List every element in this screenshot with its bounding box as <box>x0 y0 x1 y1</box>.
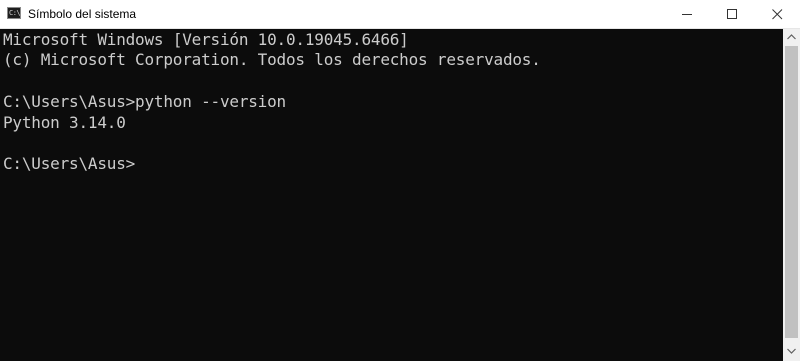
scroll-up-button[interactable] <box>783 29 800 45</box>
scrollbar-thumb[interactable] <box>785 46 798 338</box>
console-line-command: C:\Users\Asus>python --version <box>3 92 286 111</box>
minimize-button[interactable] <box>665 0 710 28</box>
close-button[interactable] <box>755 0 800 28</box>
maximize-button[interactable] <box>710 0 755 28</box>
chevron-down-icon <box>787 348 796 354</box>
console-prompt[interactable]: C:\Users\Asus> <box>3 154 135 174</box>
title-bar[interactable]: C:\ Símbolo del sistema <box>0 0 800 29</box>
minimize-icon <box>682 14 692 15</box>
console-line-output: Python 3.14.0 <box>3 113 126 132</box>
window-title: Símbolo del sistema <box>28 7 137 21</box>
cmd-icon-glyph: C:\ <box>9 9 21 17</box>
console-line-copyright: (c) Microsoft Corporation. Todos los der… <box>3 50 541 69</box>
console-line-version: Microsoft Windows [Versión 10.0.19045.64… <box>3 30 409 49</box>
console-output[interactable]: Microsoft Windows [Versión 10.0.19045.64… <box>0 29 783 361</box>
cmd-icon[interactable]: C:\ <box>7 7 21 19</box>
command-prompt-window: C:\ Símbolo del sistema Microsoft Window… <box>0 0 800 361</box>
scroll-down-button[interactable] <box>783 343 800 359</box>
vertical-scrollbar[interactable] <box>783 29 800 361</box>
close-icon <box>772 9 783 20</box>
maximize-icon <box>727 9 737 19</box>
chevron-up-icon <box>787 34 796 40</box>
